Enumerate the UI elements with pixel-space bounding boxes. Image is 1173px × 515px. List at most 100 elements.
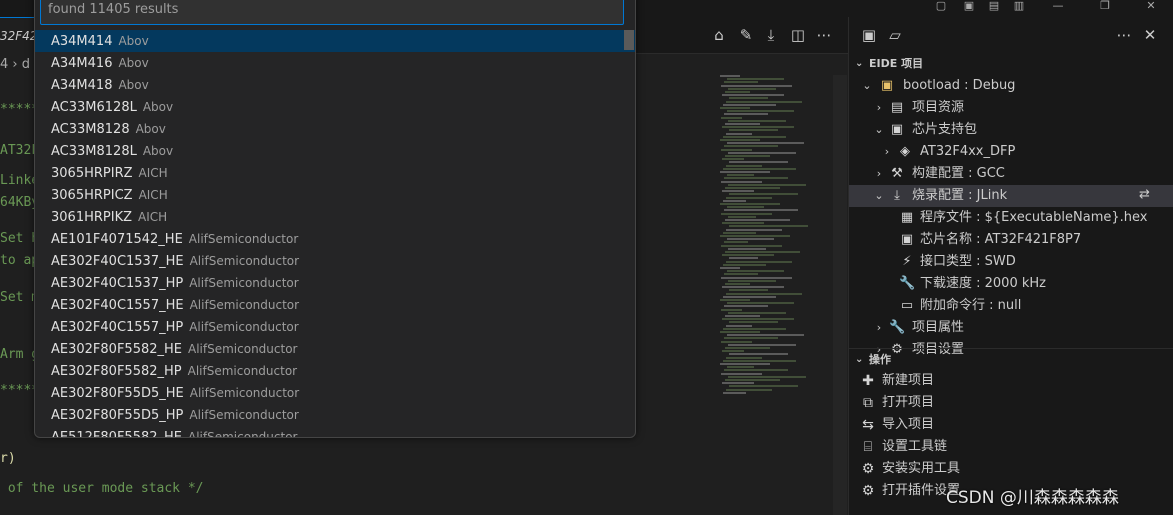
editor-scrollbar[interactable]	[833, 75, 847, 515]
quick-pick-scrollbar[interactable]	[624, 30, 634, 50]
minimize-icon[interactable]: —	[1050, 0, 1066, 14]
brush-icon[interactable]: ✎	[736, 25, 756, 45]
quick-pick-item[interactable]: AE302F80F5582_HE AlifSemiconductor	[35, 338, 635, 360]
chip-view-icon[interactable]: ▣	[860, 26, 878, 44]
restore-icon[interactable]: ❐	[1097, 0, 1113, 14]
operation-item[interactable]: ⧉ 打开项目	[849, 392, 1173, 414]
toggle-primary-sidebar-icon[interactable]: ▣	[961, 0, 977, 14]
quick-pick-item[interactable]: AC33M6128L Abov	[35, 96, 635, 118]
toggle-panel-icon[interactable]: ▤	[986, 0, 1002, 14]
tree-item[interactable]: › ⚒ 构建配置 : GCC	[849, 163, 1173, 185]
minimap-line	[728, 375, 806, 378]
quick-pick-item[interactable]: AE302F40C1557_HP AlifSemiconductor	[35, 316, 635, 338]
install-tools-icon: ⚙	[861, 461, 875, 477]
toolchain-icon: ⌸	[863, 439, 873, 455]
quick-pick-input[interactable]	[40, 0, 624, 25]
quick-pick-item[interactable]: AE512F80F5582_HE AlifSemiconductor	[35, 426, 635, 437]
quick-pick-item[interactable]: 3061HRPIKZ AICH	[35, 206, 635, 228]
quick-pick-item[interactable]: AE302F80F55D5_HP AlifSemiconductor	[35, 404, 635, 426]
item-name: AE302F40C1537_HP	[51, 276, 184, 291]
import-icon: ⇆	[862, 417, 874, 433]
split-editor-icon[interactable]: ◫	[788, 25, 808, 45]
minimap-line	[727, 142, 804, 145]
chevron-down-icon: ⌄	[874, 189, 884, 202]
quick-pick-item[interactable]: AE101F4071542_HE AlifSemiconductor	[35, 228, 635, 250]
minimap-line	[728, 87, 776, 90]
minimap-line	[727, 302, 794, 305]
tree-item[interactable]: ▦ 程序文件 : ${ExecutableName}.hex	[849, 207, 1173, 229]
item-name: AE302F40C1557_HP	[51, 320, 184, 335]
tree-item[interactable]: › ◈ AT32F4xx_DFP	[849, 141, 1173, 163]
more-actions-icon[interactable]: ⋯	[814, 25, 834, 45]
editor-tab-active[interactable]: 32F42	[0, 17, 36, 54]
quick-pick-item[interactable]: AE302F80F55D5_HE AlifSemiconductor	[35, 382, 635, 404]
item-name: A34M414	[51, 34, 113, 49]
quick-pick-item[interactable]: AC33M8128 Abov	[35, 118, 635, 140]
toggle-secondary-sidebar-icon[interactable]: ▥	[1011, 0, 1027, 14]
switch-uploader-icon[interactable]: ⇄	[1139, 187, 1150, 202]
device-icon[interactable]: ⌂	[709, 25, 729, 45]
minimap[interactable]	[720, 75, 832, 400]
minimap-line	[727, 366, 754, 369]
tree-item[interactable]: › ▤ 项目资源	[849, 97, 1173, 119]
quick-pick-item[interactable]: 3065HRPICZ AICH	[35, 184, 635, 206]
tree-item[interactable]: ⌄ ▣ 芯片支持包	[849, 119, 1173, 141]
quick-pick-item[interactable]: AE302F80F5582_HP AlifSemiconductor	[35, 360, 635, 382]
close-sidebar-icon[interactable]: ✕	[1141, 26, 1159, 44]
operation-label: 打开项目	[882, 395, 935, 410]
operation-item[interactable]: ⌸ 设置工具链	[849, 436, 1173, 458]
minimap-line	[729, 193, 798, 196]
quick-pick-item[interactable]: AE302F40C1557_HE AlifSemiconductor	[35, 294, 635, 316]
minimap-line	[724, 241, 748, 244]
tree-item[interactable]: 🔧 下载速度 : 2000 kHz	[849, 273, 1173, 295]
ops-section-title: 操作	[869, 353, 891, 366]
tree-item[interactable]: ▣ 芯片名称 : AT32F421F8P7	[849, 229, 1173, 251]
minimap-line	[729, 97, 768, 100]
quick-pick-item[interactable]: A34M414 Abov	[35, 30, 635, 52]
quick-pick-item[interactable]: AE302F40C1537_HE AlifSemiconductor	[35, 250, 635, 272]
minimap-line	[720, 363, 770, 365]
operation-item[interactable]: ⚙ 安装实用工具	[849, 458, 1173, 480]
download-icon[interactable]: ⤓	[761, 25, 781, 45]
minimap-line	[720, 139, 760, 141]
minimap-line	[720, 331, 760, 333]
minimap-line	[728, 151, 796, 154]
minimap-line	[726, 356, 762, 359]
close-window-icon[interactable]: ✕	[1143, 0, 1159, 14]
item-name: AE302F40C1557_HE	[51, 298, 184, 313]
quick-pick-item[interactable]: AC33M8128L Abov	[35, 140, 635, 162]
tree-item[interactable]: ⌄ ⤓ 烧录配置 : JLink	[849, 185, 1173, 207]
minimap-line	[726, 324, 752, 327]
tree-item-label: 接口类型 : SWD	[920, 254, 1016, 269]
chat-view-icon[interactable]: ▱	[886, 26, 904, 44]
terminal-icon: ▭	[900, 298, 914, 313]
operation-item[interactable]: ✚ 新建项目	[849, 370, 1173, 392]
operation-label: 设置工具链	[882, 439, 948, 454]
views-more-icon[interactable]: ⋯	[1115, 26, 1133, 44]
quick-pick-item[interactable]: A34M416 Abov	[35, 52, 635, 74]
code-line: of the user mode stack */	[0, 481, 204, 496]
project-root-item[interactable]: ⌄ ▣ bootload : Debug	[849, 75, 1173, 97]
source-icon: ▤	[890, 100, 904, 115]
quick-pick-list: A34M414 Abov A34M416 Abov A34M418 Abov AC33M61…	[35, 30, 635, 437]
minimap-line	[722, 94, 784, 97]
eide-section-header[interactable]: ⌄ EIDE 项目	[849, 53, 1173, 75]
chevron-down-icon: ⌄	[855, 58, 864, 69]
item-name: AC33M6128L	[51, 100, 137, 115]
item-name: 3065HRPICZ	[51, 188, 133, 203]
operation-item[interactable]: ⇆ 导入项目	[849, 414, 1173, 436]
minimap-line	[722, 318, 794, 321]
quick-pick-item[interactable]: A34M418 Abov	[35, 74, 635, 96]
tree-item[interactable]: › 🔧 项目属性	[849, 317, 1173, 339]
tree-item[interactable]: ▭ 附加命令行 : null	[849, 295, 1173, 317]
quick-pick-item[interactable]: 3065HRPIRZ AICH	[35, 162, 635, 184]
minimap-line	[728, 247, 766, 250]
quick-pick-item[interactable]: AE302F40C1537_HP AlifSemiconductor	[35, 272, 635, 294]
tree-item-label: 程序文件 : ${ExecutableName}.hex	[920, 210, 1148, 225]
item-name: AE302F80F55D5_HE	[51, 386, 184, 401]
ops-section-header[interactable]: ⌄ 操作	[849, 348, 1173, 371]
minimap-line	[724, 113, 768, 116]
tree-item[interactable]: ⚡ 接口类型 : SWD	[849, 251, 1173, 273]
item-vendor: Abov	[118, 56, 149, 70]
layout-icon[interactable]: ▢	[933, 0, 949, 14]
